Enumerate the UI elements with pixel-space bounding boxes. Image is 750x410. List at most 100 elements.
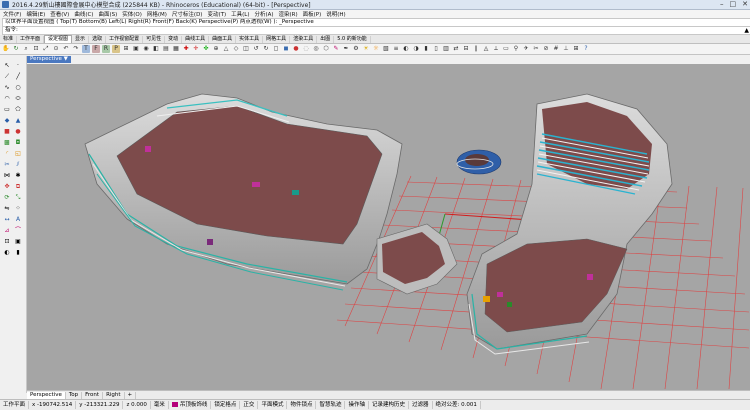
tab-drafting[interactable]: 出图	[317, 36, 335, 43]
cplane-3pt-icon[interactable]: △	[222, 45, 230, 53]
zoom-selected-icon[interactable]: ⊙	[52, 45, 60, 53]
lights-icon[interactable]: ☀	[362, 45, 370, 53]
status-cplane[interactable]: 工作平面	[0, 401, 30, 409]
zoom-icon[interactable]: ⌕	[22, 45, 30, 53]
tab-cplanes[interactable]: 工作平面	[17, 36, 45, 43]
hide-icon[interactable]: ◐	[402, 45, 410, 53]
block-icon[interactable]: ▣	[14, 238, 22, 246]
add-viewtab-button[interactable]: +	[125, 391, 137, 399]
grid-icon[interactable]: #	[552, 45, 560, 53]
pen-icon[interactable]: ✒	[342, 45, 350, 53]
solid-box-icon[interactable]: ■	[3, 128, 11, 136]
tab-solid-tools[interactable]: 实体工具	[236, 36, 264, 43]
scale-icon[interactable]: ⤡	[14, 194, 22, 202]
boolean-icon[interactable]: ◘	[14, 139, 22, 147]
cplane-top-icon[interactable]: ✚	[182, 45, 190, 53]
pan-icon[interactable]: ✋	[2, 45, 10, 53]
clipping-icon[interactable]: ✂	[532, 45, 540, 53]
right-view-icon[interactable]: R	[102, 45, 110, 53]
tab-curve-tools[interactable]: 曲线工具	[182, 36, 210, 43]
polygon-icon[interactable]: ⬠	[14, 106, 22, 114]
menu-analyze[interactable]: 分析(A)	[254, 10, 273, 18]
rectangle-icon[interactable]: ▭	[3, 106, 11, 114]
help-icon[interactable]: ?	[582, 45, 590, 53]
menu-curve[interactable]: 曲线(C)	[74, 10, 93, 18]
show-icon[interactable]: ◑	[412, 45, 420, 53]
status-object-snap[interactable]: 物件锁点	[287, 401, 317, 409]
viewtab-top[interactable]: Top	[66, 391, 83, 399]
two-point-icon[interactable]: ⟂	[492, 45, 500, 53]
status-snap-to-grid[interactable]: 锁定格点	[211, 401, 241, 409]
analyze-icon[interactable]: ⊿	[3, 227, 11, 235]
split-icon[interactable]: ⫽	[14, 161, 22, 169]
minimize-button[interactable]: –	[720, 0, 724, 9]
cplane-grid-icon[interactable]: ⊞	[572, 45, 580, 53]
tab-surface-tools[interactable]: 曲面工具	[209, 36, 237, 43]
menu-panels[interactable]: 面板(P)	[303, 10, 322, 18]
join-icon[interactable]: ⋈	[3, 172, 11, 180]
xray-icon[interactable]: ◎	[312, 45, 320, 53]
sphere-icon[interactable]: ●	[14, 128, 22, 136]
unlock-icon[interactable]: ▯	[432, 45, 440, 53]
mirror-icon[interactable]: ⇋	[3, 205, 11, 213]
menu-help[interactable]: 说明(H)	[326, 10, 345, 18]
select-arrow-icon[interactable]: ↖	[3, 62, 11, 70]
status-units[interactable]: 毫米	[151, 401, 169, 409]
polyline-icon[interactable]: ⟋	[3, 73, 11, 81]
section-icon[interactable]: ⊘	[542, 45, 550, 53]
copy-icon[interactable]: ⧉	[14, 183, 22, 191]
viewtab-perspective[interactable]: Perspective	[27, 391, 66, 399]
viewtab-front[interactable]: Front	[82, 391, 104, 399]
undo-cplane-icon[interactable]: ↺	[252, 45, 260, 53]
trim-icon[interactable]: ✂	[3, 161, 11, 169]
layer-icon[interactable]: ≡	[392, 45, 400, 53]
mesh-icon[interactable]: ▩	[3, 139, 11, 147]
menu-tools[interactable]: 工具(L)	[231, 10, 249, 18]
close-button[interactable]: ✕	[742, 0, 748, 9]
menu-render[interactable]: 渲染(R)	[279, 10, 298, 18]
tab-visibility[interactable]: 可见性	[143, 36, 166, 43]
ellipse-icon[interactable]: ⬭	[14, 95, 22, 103]
rotate-icon[interactable]: ⟳	[3, 194, 11, 202]
axes-icon[interactable]: ⊥	[562, 45, 570, 53]
point-icon[interactable]: ·	[14, 62, 22, 70]
undo-view-icon[interactable]: ↶	[62, 45, 70, 53]
match-icon[interactable]: ⇄	[452, 45, 460, 53]
flat-icon[interactable]: ▭	[502, 45, 510, 53]
array-icon[interactable]: ⁘	[14, 205, 22, 213]
camera-icon[interactable]: ◉	[142, 45, 150, 53]
cplane-right-icon[interactable]: ✜	[202, 45, 210, 53]
menu-view[interactable]: 查看(V)	[50, 10, 69, 18]
status-planar[interactable]: 平面模式	[258, 401, 288, 409]
lock-object-icon[interactable]: ▮	[14, 249, 22, 257]
extrude-icon[interactable]: ▲	[14, 117, 22, 125]
tab-display[interactable]: 显示	[72, 36, 90, 43]
split-view-icon[interactable]: ⊟	[462, 45, 470, 53]
rendered-icon[interactable]: ●	[292, 45, 300, 53]
set-view-icon[interactable]: ◧	[152, 45, 160, 53]
line-icon[interactable]: ╱	[14, 73, 22, 81]
status-smart-track[interactable]: 智慧轨迹	[316, 401, 346, 409]
technical-icon[interactable]: ⬡	[322, 45, 330, 53]
dimension-icon[interactable]: ↔	[3, 216, 11, 224]
display-options-icon[interactable]: ⚙	[352, 45, 360, 53]
named-views-icon[interactable]: ▤	[162, 45, 170, 53]
redo-cplane-icon[interactable]: ↻	[262, 45, 270, 53]
offset-icon[interactable]: ◱	[14, 150, 22, 158]
redo-view-icon[interactable]: ↷	[72, 45, 80, 53]
sun-icon[interactable]: ☼	[372, 45, 380, 53]
arc-icon[interactable]: ◠	[3, 95, 11, 103]
menu-dimension[interactable]: 尺寸标注(D)	[172, 10, 203, 18]
artistic-icon[interactable]: ✎	[332, 45, 340, 53]
tab-select[interactable]: 选取	[89, 36, 107, 43]
fillet-icon[interactable]: ◜	[3, 150, 11, 158]
menu-edit[interactable]: 编辑(E)	[26, 10, 45, 18]
properties-icon[interactable]: ▥	[442, 45, 450, 53]
maximize-view-icon[interactable]: ▣	[132, 45, 140, 53]
viewport-label[interactable]: Perspective ▼	[27, 56, 71, 63]
menu-file[interactable]: 文件(F)	[3, 10, 21, 18]
perspective-lens-icon[interactable]: ◬	[482, 45, 490, 53]
status-gumball[interactable]: 操作轴	[345, 401, 369, 409]
tab-transform[interactable]: 变动	[165, 36, 183, 43]
top-view-icon[interactable]: T	[82, 45, 90, 53]
